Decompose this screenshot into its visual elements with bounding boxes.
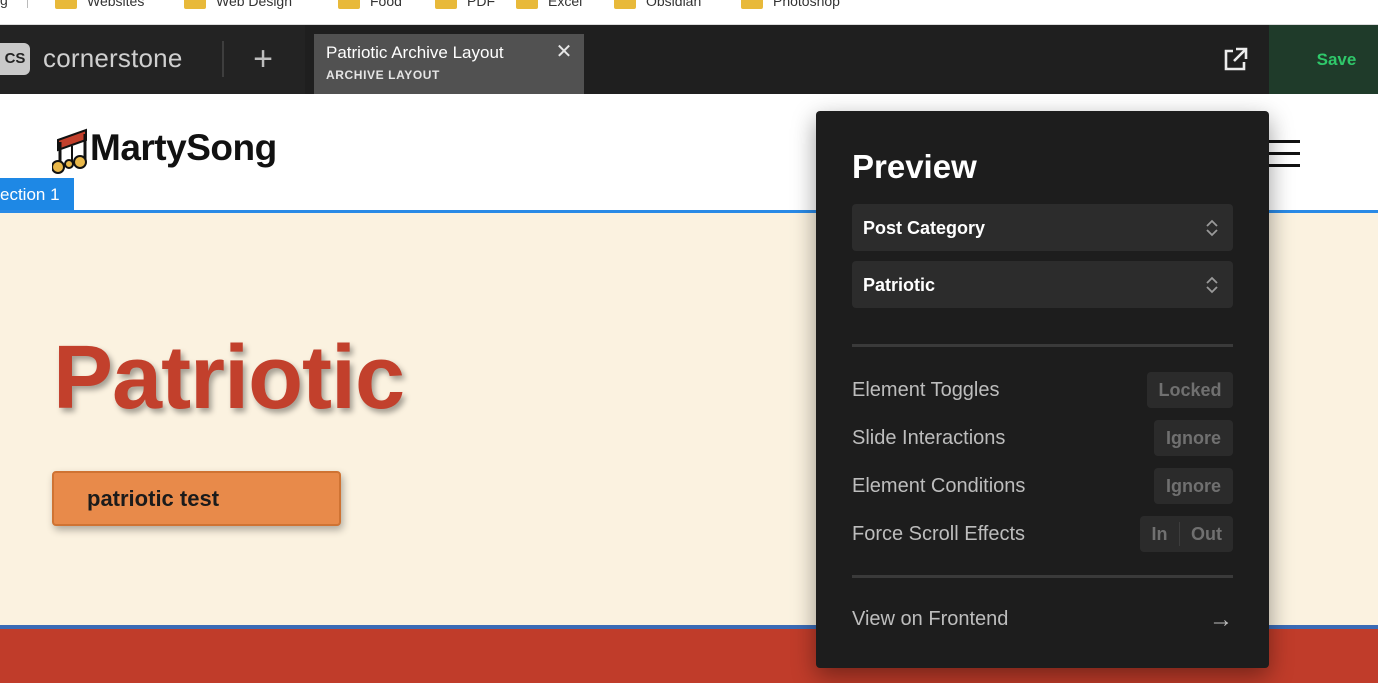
document-tab-type: ARCHIVE LAYOUT [326, 68, 440, 82]
bookmark-folder[interactable]: Obsidian [614, 0, 701, 10]
site-logo-text[interactable]: MartySong [90, 127, 277, 169]
chevron-up-down-icon [1205, 218, 1219, 238]
element-toggles-locked-button[interactable]: Locked [1147, 372, 1233, 408]
bookmark-label: Excel [548, 0, 583, 9]
folder-icon [741, 0, 763, 9]
folder-icon [184, 0, 206, 9]
element-conditions-label: Element Conditions [852, 475, 1026, 497]
panel-divider [852, 344, 1233, 347]
force-scroll-effects-label: Force Scroll Effects [852, 523, 1026, 545]
section-label[interactable]: ection 1 [0, 178, 74, 211]
external-link-icon[interactable] [1220, 45, 1250, 75]
bookmark-separator [27, 0, 28, 8]
bookmark-folder[interactable]: PDF [435, 0, 495, 10]
bookmark-folder[interactable]: Photoshop [741, 0, 840, 10]
view-on-frontend-label: View on Frontend [852, 608, 1009, 630]
folder-icon [55, 0, 77, 9]
scroll-in-button[interactable]: In [1140, 516, 1179, 552]
folder-icon [435, 0, 457, 9]
bookmark-label: PDF [467, 0, 495, 9]
add-document-button[interactable]: + [246, 41, 280, 77]
preview-panel: Preview Post Category Patriotic Element … [816, 111, 1269, 668]
panel-title: Preview [852, 148, 977, 185]
app-wordmark: cornerstone [43, 43, 183, 73]
bookmark-label: Obsidian [646, 0, 702, 9]
folder-icon [338, 0, 360, 9]
scroll-out-button[interactable]: Out [1180, 516, 1233, 552]
cornerstone-logo-icon[interactable]: CS [0, 43, 30, 75]
brand-area: CS cornerstone + [0, 25, 305, 94]
panel-divider [852, 575, 1233, 578]
close-tab-button[interactable]: ✕ [552, 40, 576, 64]
hero-title: Patriotic [53, 328, 405, 428]
brand-divider [222, 41, 224, 77]
bookmark-edge-text: g [0, 0, 8, 8]
folder-icon [516, 0, 538, 9]
bookmark-label: Photoshop [773, 0, 840, 9]
save-button[interactable]: Save [1269, 25, 1378, 94]
bookmark-folder[interactable]: Food [338, 0, 402, 10]
music-note-icon[interactable] [51, 128, 90, 174]
bookmark-label: Websites [87, 0, 145, 9]
view-on-frontend-link[interactable]: View on Frontend → [852, 606, 1233, 638]
document-tab-title: Patriotic Archive Layout [326, 43, 504, 62]
slide-interactions-ignore-button[interactable]: Ignore [1154, 420, 1233, 456]
select-value: Post Category [863, 218, 986, 238]
hamburger-menu-icon[interactable] [1268, 140, 1300, 168]
slide-interactions-label: Slide Interactions [852, 427, 1006, 449]
bookmark-folder[interactable]: Web Design [184, 0, 292, 10]
element-conditions-ignore-button[interactable]: Ignore [1154, 468, 1233, 504]
bookmark-folder[interactable]: Excel [516, 0, 582, 10]
select-value: Patriotic [863, 275, 936, 295]
force-scroll-effects-toggle: In Out [1140, 516, 1233, 552]
term-select[interactable]: Patriotic [852, 261, 1233, 308]
builder-topbar: CS cornerstone + Patriotic Archive Layou… [0, 25, 1378, 94]
bookmark-label: Food [370, 0, 402, 9]
bookmark-folder[interactable]: Websites [55, 0, 144, 10]
folder-icon [614, 0, 636, 9]
post-type-select[interactable]: Post Category [852, 204, 1233, 251]
arrow-right-icon: → [1209, 606, 1233, 633]
bookmarks-bar: g Websites Web Design Food PDF Excel Obs… [0, 0, 1378, 25]
save-label: Save [1316, 49, 1357, 69]
bookmark-label: Web Design [216, 0, 293, 9]
element-toggles-label: Element Toggles [852, 379, 1000, 401]
hero-button[interactable]: patriotic test [52, 471, 341, 526]
document-tab[interactable]: Patriotic Archive Layout ARCHIVE LAYOUT … [314, 34, 584, 94]
chevron-up-down-icon [1205, 275, 1219, 295]
